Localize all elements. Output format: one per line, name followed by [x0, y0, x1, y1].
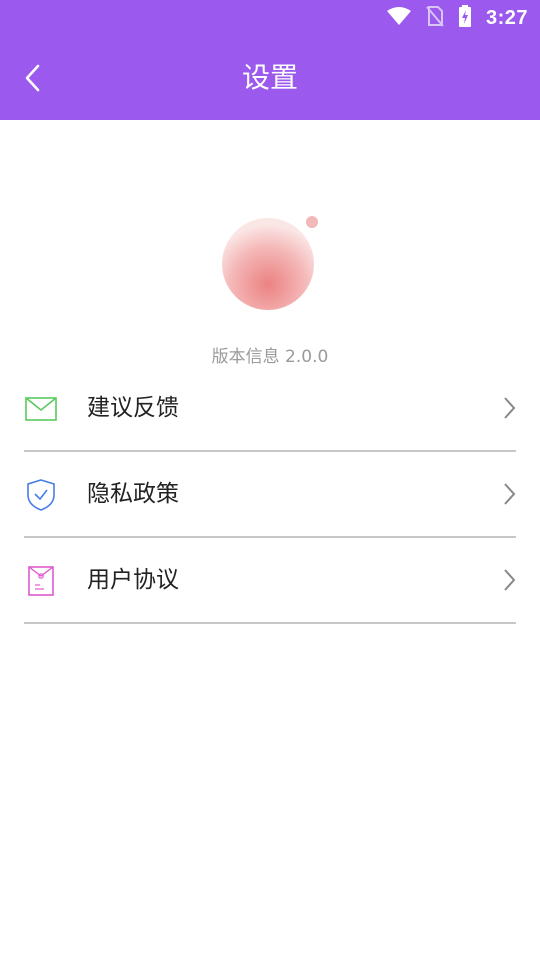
app-logo [222, 216, 318, 312]
status-bar: 3:27 [0, 0, 540, 36]
document-icon [24, 564, 58, 598]
menu-item-label: 建议反馈 [87, 395, 179, 421]
chevron-right-icon [502, 480, 516, 508]
battery-charging-icon [458, 5, 472, 31]
status-time: 3:27 [485, 6, 528, 29]
back-button[interactable] [14, 56, 50, 100]
menu-item-privacy[interactable]: 隐私政策 [24, 452, 516, 538]
app-bar: 设置 [0, 36, 540, 120]
version-info: 版本信息 2.0.0 [211, 347, 329, 367]
wifi-icon [386, 6, 412, 30]
chevron-right-icon [502, 394, 516, 422]
page-title: 设置 [241, 61, 298, 94]
chevron-left-icon [25, 64, 40, 92]
menu-item-label: 隐私政策 [87, 481, 179, 507]
menu-item-label: 用户协议 [87, 567, 179, 593]
shield-check-icon [24, 478, 58, 512]
settings-menu: 建议反馈 隐私政策 用户协议 [24, 366, 516, 624]
status-icons: 3:27 [386, 0, 528, 36]
no-sim-icon [426, 5, 444, 31]
menu-item-feedback[interactable]: 建议反馈 [24, 366, 516, 452]
chevron-right-icon [502, 566, 516, 594]
menu-item-user-agreement[interactable]: 用户协议 [24, 538, 516, 624]
mail-icon [24, 392, 58, 426]
